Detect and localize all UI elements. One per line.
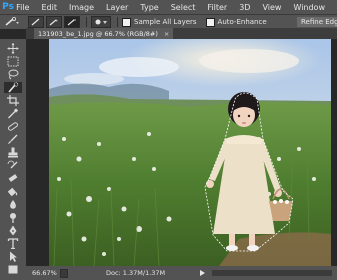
move-icon (7, 43, 19, 54)
tool-preset-picker[interactable] (4, 17, 20, 27)
menu-image[interactable]: Image (69, 3, 94, 12)
document-tab-title: 131903_be_1.jpg @ 66.7% (RGB/8#) (38, 29, 158, 38)
eyedropper-tool[interactable] (4, 108, 22, 119)
type-icon (7, 238, 19, 249)
quick-selection-tool-icon (8, 82, 19, 93)
auto-enhance-checkbox[interactable] (205, 17, 215, 27)
marquee-tool[interactable] (4, 56, 22, 67)
healing-brush-tool[interactable] (4, 121, 22, 132)
document-tab-bar: 131903_be_1.jpg @ 66.7% (RGB/8#) × (26, 28, 337, 39)
rectangle-tool[interactable] (4, 264, 22, 275)
clone-stamp-tool[interactable] (4, 147, 22, 158)
new-selection-button[interactable] (28, 16, 44, 28)
sample-all-layers-label: Sample All Layers (134, 18, 197, 26)
history-brush-tool[interactable] (4, 160, 22, 171)
paint-bucket-icon (7, 187, 18, 197)
menu-type[interactable]: Type (140, 3, 158, 12)
canvas-area[interactable] (26, 39, 337, 266)
separator (86, 17, 87, 27)
menu-edit[interactable]: Edit (41, 3, 57, 12)
brush-add-icon: + (49, 18, 58, 26)
menu-filter[interactable]: Filter (207, 3, 227, 12)
document-size: Doc: 1.37M/1.37M (106, 269, 166, 277)
brush-new-icon (31, 18, 40, 26)
options-bar: + Sample All Layers Auto-Enhance Refine … (0, 14, 337, 29)
svg-text:+: + (55, 18, 58, 23)
dodge-tool[interactable] (4, 212, 22, 223)
crop-icon (7, 95, 19, 106)
lasso-icon (8, 69, 19, 80)
rectangle-icon (8, 265, 18, 274)
menu-bar: Ps File Edit Image Layer Type Select Fil… (0, 0, 337, 14)
history-brush-icon (7, 160, 18, 169)
path-selection-arrow-icon (10, 251, 17, 262)
separator (117, 17, 118, 27)
water-drop-icon (10, 200, 16, 209)
photoshop-logo: Ps (2, 2, 14, 12)
status-bar: 66.67% Doc: 1.37M/1.37M (26, 266, 337, 280)
menu-3d[interactable]: 3D (239, 3, 250, 12)
status-menu-arrow-icon[interactable] (197, 268, 207, 278)
brush-subtract-icon (67, 19, 76, 26)
menu-view[interactable]: View (262, 3, 281, 12)
add-to-selection-button[interactable]: + (46, 16, 62, 28)
document-image[interactable] (49, 39, 331, 266)
pen-tool[interactable] (4, 225, 22, 236)
type-tool[interactable] (4, 238, 22, 249)
brush-tool[interactable] (4, 134, 22, 145)
auto-enhance-label: Auto-Enhance (217, 18, 267, 26)
subtract-from-selection-button[interactable] (64, 16, 80, 28)
pen-icon (9, 225, 17, 236)
eraser-icon (8, 174, 18, 182)
brush-tip-icon (95, 19, 107, 25)
paint-bucket-tool[interactable] (4, 186, 22, 197)
document-tab[interactable]: 131903_be_1.jpg @ 66.7% (RGB/8#) × (34, 28, 174, 39)
stamp-icon (8, 147, 18, 158)
menu-window[interactable]: Window (293, 3, 325, 12)
crop-tool[interactable] (4, 95, 22, 106)
eyedropper-icon (8, 108, 19, 119)
brush-size-picker[interactable] (91, 16, 111, 28)
eraser-tool[interactable] (4, 173, 22, 184)
quick-selection-icon (5, 17, 19, 26)
zoom-level[interactable]: 66.67% (32, 269, 57, 277)
lasso-tool[interactable] (4, 69, 22, 80)
menu-file[interactable]: File (16, 3, 29, 12)
quick-selection-tool[interactable] (4, 82, 22, 93)
horizontal-scrollbar[interactable] (212, 270, 332, 276)
brush-icon (8, 134, 18, 144)
zoom-menu-button[interactable] (60, 269, 68, 278)
refine-edge-button[interactable]: Refine Edg (297, 17, 337, 27)
menu-select[interactable]: Select (171, 3, 196, 12)
tools-panel (0, 39, 27, 280)
blur-tool[interactable] (4, 199, 22, 210)
sample-all-layers-checkbox[interactable] (122, 17, 131, 27)
path-selection-tool[interactable] (4, 251, 22, 262)
dodge-icon (10, 213, 16, 223)
bandage-icon (8, 122, 18, 131)
marquee-icon (7, 56, 19, 67)
menu-layer[interactable]: Layer (106, 3, 128, 12)
close-icon[interactable]: × (164, 30, 169, 38)
move-tool[interactable] (4, 43, 22, 54)
